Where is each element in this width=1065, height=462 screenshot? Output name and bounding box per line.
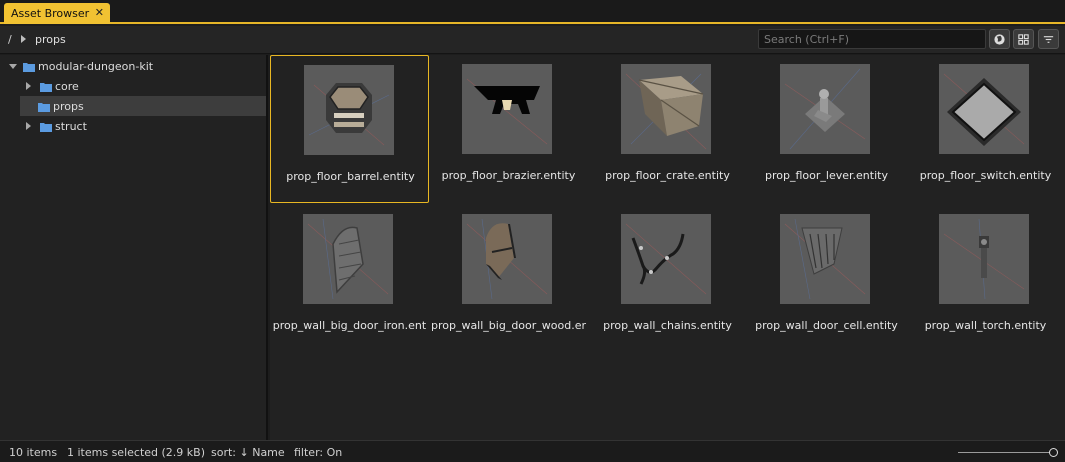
search-input[interactable] [758,29,986,49]
status-bar: 10 items 1 items selected (2.9 kB) sort:… [0,440,1065,462]
asset-name: prop_floor_switch.entity [919,169,1052,182]
tree-item-root[interactable]: modular-dungeon-kit [0,56,266,76]
iron-door-thumbnail [303,214,393,304]
asset-name: prop_wall_big_door_iron.ent [272,319,427,332]
folder-icon [40,82,52,92]
asset-card[interactable]: prop_wall_torch.entity [906,205,1065,353]
breadcrumb-segment[interactable]: props [35,33,66,46]
folder-icon [23,62,35,72]
tree-item-props[interactable]: props [20,96,266,116]
globe-icon [994,33,1005,45]
breadcrumb-root[interactable]: / [8,33,12,46]
torch-thumbnail [939,214,1029,304]
wood-door-thumbnail [462,214,552,304]
cell-door-thumbnail [780,214,870,304]
crate-thumbnail [621,64,711,154]
selection-info: 1 items selected (2.9 kB) [67,446,205,459]
collapse-arrow-icon[interactable] [26,122,31,130]
grid-view-button[interactable] [1013,29,1034,49]
filter-icon [1043,35,1054,43]
asset-name: prop_floor_barrel.entity [286,170,415,183]
brazier-thumbnail [462,64,552,154]
tree-item-core[interactable]: core [0,76,266,96]
asset-card[interactable]: prop_floor_brazier.entity [429,55,588,203]
asset-card[interactable]: prop_floor_crate.entity [588,55,747,203]
asset-name: prop_wall_chains.entity [603,319,732,332]
asset-grid: prop_floor_barrel.entity prop_floor_braz… [270,55,1065,440]
asset-card[interactable]: prop_wall_door_cell.entity [747,205,906,353]
filter-button[interactable] [1038,29,1059,49]
asset-name: prop_wall_door_cell.entity [755,319,898,332]
item-count: 10 items [9,446,58,459]
zoom-slider-handle[interactable] [1049,448,1058,457]
asset-name: prop_floor_crate.entity [605,169,730,182]
tree-item-label: props [53,99,84,113]
lever-thumbnail [780,64,870,154]
tree-item-label: core [55,79,79,93]
tree-item-label: modular-dungeon-kit [38,59,154,73]
close-icon[interactable]: ✕ [95,6,104,19]
chains-thumbnail [621,214,711,304]
tab-asset-browser[interactable]: Asset Browser ✕ [4,3,110,24]
asset-name: prop_wall_big_door_wood.er [430,319,587,332]
tree-item-struct[interactable]: struct [0,116,266,136]
asset-card[interactable]: prop_wall_chains.entity [588,205,747,353]
globe-button[interactable] [989,29,1010,49]
asset-name: prop_floor_lever.entity [765,169,888,182]
asset-card[interactable]: prop_wall_big_door_iron.ent [270,205,429,353]
asset-name: prop_floor_brazier.entity [441,169,576,182]
expand-arrow-icon[interactable] [9,63,17,69]
tab-bar: Asset Browser ✕ [0,0,1065,24]
asset-card[interactable]: prop_floor_switch.entity [906,55,1065,203]
barrel-thumbnail [304,65,394,155]
tree-item-label: struct [55,119,87,133]
filter-toggle[interactable]: filter: On [294,446,342,459]
switch-thumbnail [939,64,1029,154]
breadcrumb-arrow-icon[interactable] [21,35,26,43]
asset-card[interactable]: prop_floor_barrel.entity [270,55,429,203]
folder-icon [38,102,50,112]
sort-toggle[interactable]: sort: ↓ Name [211,446,285,459]
tab-title: Asset Browser [11,7,90,20]
folder-icon [40,122,52,132]
path-bar: / props [0,26,1065,54]
folder-tree: modular-dungeon-kit core props struct [0,55,268,440]
zoom-slider-track[interactable] [958,452,1052,453]
asset-name: prop_wall_torch.entity [924,319,1047,332]
grid-view-icon [1018,33,1029,45]
collapse-arrow-icon[interactable] [26,82,31,90]
asset-card[interactable]: prop_wall_big_door_wood.er [429,205,588,353]
asset-card[interactable]: prop_floor_lever.entity [747,55,906,203]
